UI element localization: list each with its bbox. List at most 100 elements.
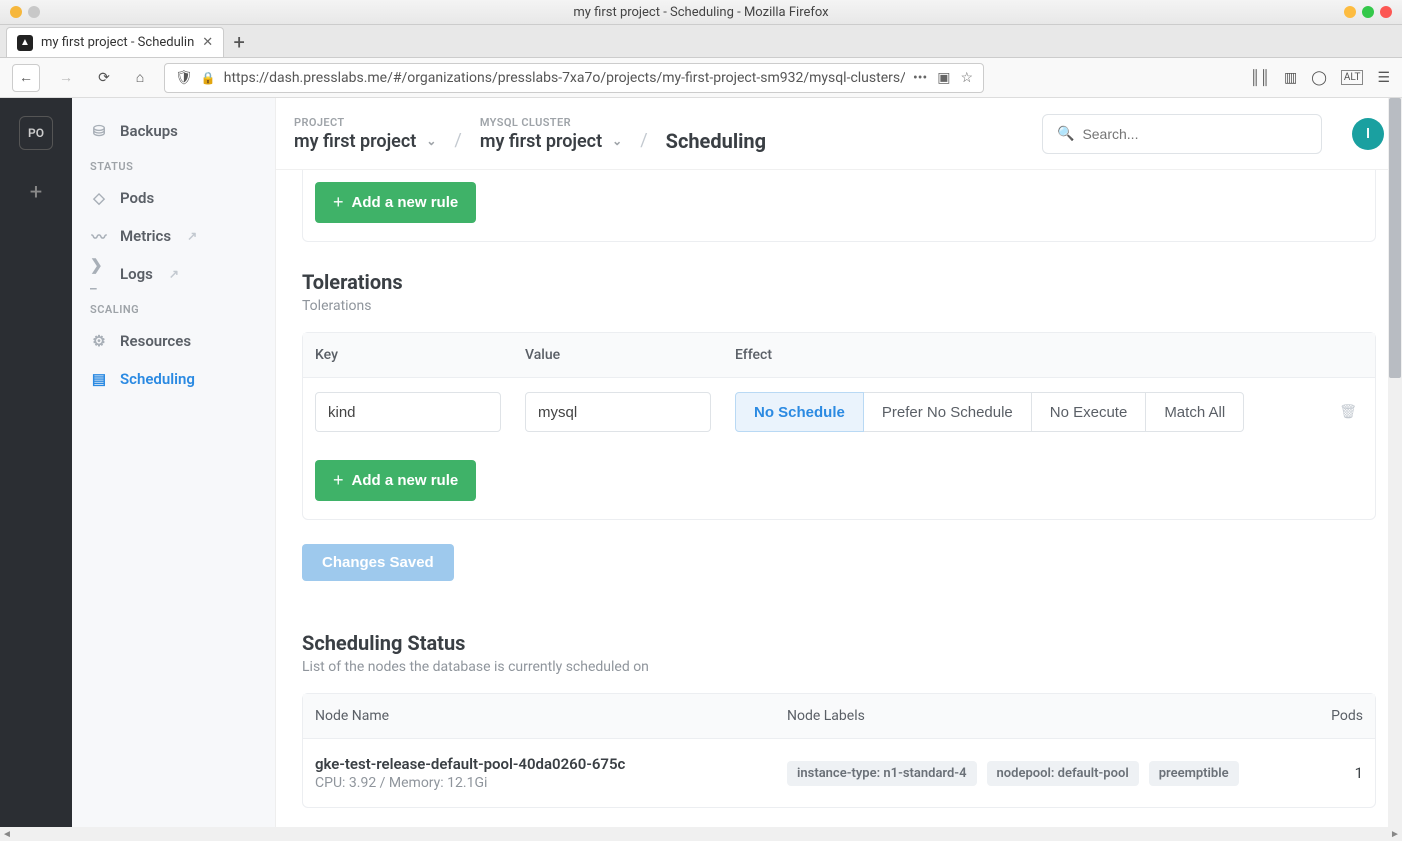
window-minimize-icon[interactable]	[1344, 6, 1356, 18]
home-button[interactable]: ⌂	[128, 69, 152, 86]
node-row: gke-test-release-default-pool-40da0260-6…	[303, 739, 1375, 807]
col-pods: Pods	[1303, 708, 1363, 724]
node-label: preemptible	[1149, 761, 1239, 786]
sidebar-item-scheduling[interactable]: ▤ Scheduling	[72, 360, 275, 398]
sidebar-label: Pods	[120, 189, 154, 207]
url-text: https://dash.presslabs.me/#/organization…	[224, 70, 905, 86]
back-button[interactable]: ←	[12, 64, 40, 92]
toleration-value-input[interactable]	[525, 392, 711, 432]
new-tab-button[interactable]: +	[224, 27, 254, 57]
add-rule-button[interactable]: + Add a new rule	[315, 460, 476, 501]
app-viewport: PO + ⛁ Backups STATUS ◇ Pods 〰 Metrics ↗…	[0, 98, 1402, 827]
crumb-value: my first project	[294, 131, 416, 152]
sidebar-label: Logs	[120, 265, 153, 283]
node-sub: CPU: 3.92 / Memory: 12.1Gi	[315, 775, 787, 791]
database-icon: ⛁	[90, 122, 108, 140]
bookmark-icon[interactable]: ☆	[960, 70, 973, 86]
cube-icon: ◇	[90, 189, 108, 207]
plus-icon: +	[333, 470, 344, 491]
tolerations-panel: Key Value Effect No Schedule Prefer No S…	[302, 332, 1376, 520]
external-link-icon: ↗	[187, 229, 197, 243]
node-label: instance-type: n1-standard-4	[787, 761, 977, 786]
main-content: PROJECT my first project ⌄ / MYSQL CLUST…	[276, 98, 1402, 827]
crumb-value: my first project	[480, 131, 602, 152]
delete-rule-button[interactable]: 🗑	[1333, 404, 1363, 420]
status-subtitle: List of the nodes the database is curren…	[302, 659, 1376, 675]
tab-close-icon[interactable]: ✕	[202, 35, 213, 50]
vertical-scrollbar[interactable]	[1388, 98, 1402, 827]
sidebar-item-pods[interactable]: ◇ Pods	[72, 179, 275, 217]
avatar[interactable]: I	[1352, 118, 1384, 150]
url-field[interactable]: 🛡 🔒 https://dash.presslabs.me/#/organiza…	[164, 63, 984, 93]
sidebar-label: Backups	[120, 122, 178, 140]
alt-icon[interactable]: ALT	[1341, 70, 1364, 85]
node-name: gke-test-release-default-pool-40da0260-6…	[315, 755, 787, 773]
col-effect: Effect	[735, 347, 1363, 363]
tab-title: my first project - Schedulin	[41, 35, 194, 50]
shield-icon: 🛡	[175, 70, 193, 86]
tolerations-subtitle: Tolerations	[302, 298, 1376, 314]
library-icon[interactable]: ║║	[1250, 69, 1270, 86]
add-rule-label: Add a new rule	[352, 194, 459, 211]
sidebar-item-resources[interactable]: ⚙ Resources	[72, 322, 275, 360]
window-close-icon[interactable]	[1380, 6, 1392, 18]
gear-icon: ⚙	[90, 332, 108, 350]
forward-button[interactable]: →	[52, 64, 80, 92]
window-maximize-icon[interactable]	[1362, 6, 1374, 18]
col-node-name: Node Name	[315, 708, 787, 724]
toleration-row: No Schedule Prefer No Schedule No Execut…	[303, 378, 1375, 446]
add-rule-button[interactable]: + Add a new rule	[315, 182, 476, 223]
chart-icon: 〰	[90, 227, 108, 245]
effect-no-execute[interactable]: No Execute	[1031, 392, 1147, 432]
reader-icon[interactable]: ▣	[937, 70, 950, 86]
scroll-left-icon[interactable]: ◄	[0, 829, 14, 840]
effect-match-all[interactable]: Match All	[1145, 392, 1244, 432]
search-input[interactable]: 🔍	[1042, 114, 1322, 154]
panel-cutoff: + Add a new rule	[302, 170, 1376, 242]
sidebar-item-metrics[interactable]: 〰 Metrics ↗	[72, 217, 275, 255]
sidebar-item-backups[interactable]: ⛁ Backups	[72, 112, 275, 150]
project-badge[interactable]: PO	[19, 116, 53, 150]
topbar: PROJECT my first project ⌄ / MYSQL CLUST…	[276, 98, 1402, 170]
status-header: Node Name Node Labels Pods	[303, 694, 1375, 739]
favicon-icon: ▲	[17, 35, 33, 51]
node-label: nodepool: default-pool	[987, 761, 1139, 786]
menu-icon[interactable]: ☰	[1377, 70, 1390, 86]
tolerations-header: Key Value Effect	[303, 333, 1375, 378]
breadcrumb-separator: /	[448, 116, 467, 151]
sidebar-label: Resources	[120, 332, 191, 350]
effect-prefer-no-schedule[interactable]: Prefer No Schedule	[863, 392, 1032, 432]
breadcrumb-cluster[interactable]: MYSQL CLUSTER my first project ⌄	[480, 116, 622, 152]
reload-button[interactable]: ⟳	[92, 70, 116, 86]
crumb-label: PROJECT	[294, 116, 436, 129]
breadcrumb-project[interactable]: PROJECT my first project ⌄	[294, 116, 436, 152]
col-node-labels: Node Labels	[787, 708, 1303, 724]
terminal-icon: ❯_	[90, 265, 108, 283]
add-project-button[interactable]: +	[30, 180, 42, 205]
changes-saved-button[interactable]: Changes Saved	[302, 544, 454, 581]
node-pods-count: 1	[1303, 764, 1363, 782]
lock-icon: 🔒	[201, 71, 216, 85]
sidebar: ⛁ Backups STATUS ◇ Pods 〰 Metrics ↗ ❯_ L…	[72, 98, 276, 827]
sidebar-label: Metrics	[120, 227, 171, 245]
effect-no-schedule[interactable]: No Schedule	[735, 392, 864, 432]
browser-tabbar: ▲ my first project - Schedulin ✕ +	[0, 25, 1402, 58]
account-icon[interactable]: ◯	[1311, 70, 1327, 86]
scroll-right-icon[interactable]: ►	[1388, 829, 1402, 840]
scrollbar-thumb[interactable]	[1389, 98, 1401, 378]
search-field[interactable]	[1082, 126, 1307, 142]
sidebar-group-scaling: SCALING	[72, 293, 275, 322]
window-titlebar: my first project - Scheduling - Mozilla …	[0, 0, 1402, 25]
browser-tab[interactable]: ▲ my first project - Schedulin ✕	[6, 27, 224, 57]
chevron-down-icon[interactable]: ⌄	[612, 134, 622, 148]
effect-segmented: No Schedule Prefer No Schedule No Execut…	[735, 392, 1244, 432]
sidebar-icon[interactable]: ▥	[1284, 70, 1297, 86]
breadcrumb-separator: /	[634, 116, 653, 151]
toleration-key-input[interactable]	[315, 392, 501, 432]
search-icon: 🔍	[1057, 126, 1074, 142]
more-icon[interactable]: •••	[913, 70, 927, 86]
window-dot-icon	[10, 6, 22, 18]
sidebar-item-logs[interactable]: ❯_ Logs ↗	[72, 255, 275, 293]
horizontal-scrollbar[interactable]: ◄ ►	[0, 827, 1402, 841]
chevron-down-icon[interactable]: ⌄	[426, 134, 436, 148]
